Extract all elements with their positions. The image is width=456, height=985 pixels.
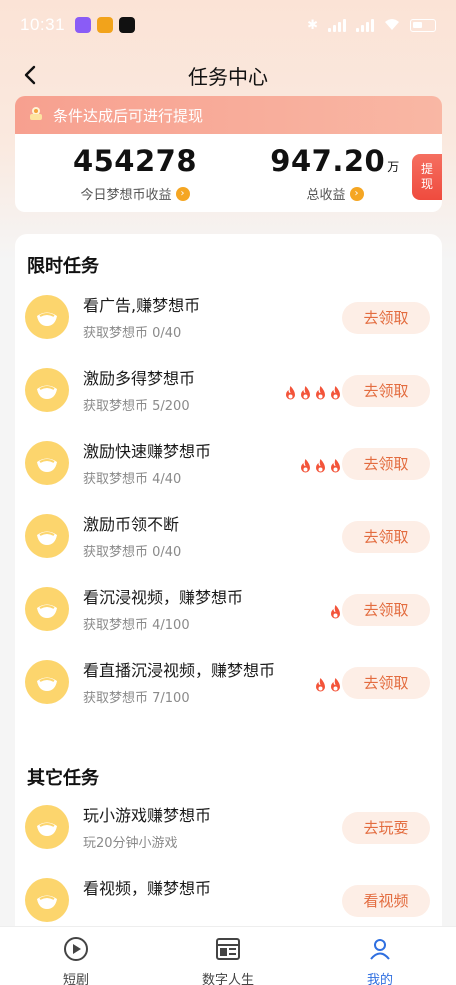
today-earnings-value: 454278 [72, 144, 198, 178]
task-progress: 获取梦想币 0/40 [83, 326, 182, 341]
chevron-right-icon: › [349, 186, 364, 201]
earnings-card: 454278 今日梦想币收益 › 947.20 万 总收益 › 提现 [15, 134, 442, 212]
task-title: 看视频，赚梦想币 [83, 879, 212, 898]
today-earnings-label: 今日梦想币收益 [80, 188, 172, 203]
task-action-button[interactable]: 去领取 [342, 667, 430, 699]
coin-icon [25, 878, 69, 922]
task-row: 看广告,赚梦想币获取梦想币 0/40 去领取 [15, 286, 442, 348]
hot-indicator [329, 604, 342, 624]
page-title: 任务中心 [188, 64, 268, 89]
notification-icons [75, 17, 136, 33]
back-icon[interactable] [16, 60, 44, 90]
tab-short-drama[interactable]: 短剧 [0, 927, 152, 985]
coin-icon [25, 587, 69, 631]
task-action-button[interactable]: 去领取 [342, 302, 430, 334]
play-circle-icon [62, 935, 90, 967]
tab-label: 我的 [366, 973, 393, 985]
total-earnings-unit: 万 [387, 160, 400, 174]
withdraw-button[interactable]: 提现 [412, 154, 442, 200]
coin-icon [25, 368, 69, 412]
task-progress: 获取梦想币 4/100 [83, 618, 190, 633]
nav-bar: 任务中心 [0, 52, 456, 98]
notice-icon [27, 104, 45, 126]
task-row: 看沉浸视频，赚梦想币获取梦想币 4/100 去领取 [15, 578, 442, 640]
task-progress: 玩20分钟小游戏 [83, 836, 178, 851]
coin-icon [25, 514, 69, 558]
today-earnings[interactable]: 454278 今日梦想币收益 › [55, 144, 215, 203]
task-action-button[interactable]: 去领取 [342, 521, 430, 553]
total-earnings-label: 总收益 [306, 188, 346, 203]
chevron-right-icon: › [175, 186, 190, 201]
task-row: 激励币领不断获取梦想币 0/40 去领取 [15, 505, 442, 567]
task-row: 激励多得梦想币获取梦想币 5/200 去领取 [15, 359, 442, 421]
task-action-button[interactable]: 去领取 [342, 375, 430, 407]
fire-icon [299, 458, 312, 478]
task-title: 玩小游戏赚梦想币 [83, 806, 212, 825]
task-progress: 获取梦想币 0/40 [83, 545, 182, 560]
tab-digital-life[interactable]: 数字人生 [152, 927, 304, 985]
tab-label: 短剧 [62, 973, 89, 985]
bluetooth-icon: ✱ [307, 17, 318, 33]
task-row: 看视频，赚梦想币 看视频 [15, 869, 442, 931]
hot-indicator [299, 458, 342, 478]
fire-icon [299, 385, 312, 405]
coin-icon [25, 441, 69, 485]
board-icon [214, 935, 242, 967]
task-title: 激励多得梦想币 [83, 369, 196, 388]
fire-icon [314, 458, 327, 478]
limited-tasks-title: 限时任务 [27, 256, 99, 277]
status-indicators: ✱ [307, 16, 436, 35]
task-action-button[interactable]: 看视频 [342, 885, 430, 917]
task-row: 玩小游戏赚梦想币玩20分钟小游戏 去玩耍 [15, 796, 442, 858]
task-action-button[interactable]: 去玩耍 [342, 812, 430, 844]
battery-icon [410, 18, 436, 32]
app-notification-icon [75, 17, 92, 33]
task-action-button[interactable]: 去领取 [342, 594, 430, 626]
task-title: 激励快速赚梦想币 [83, 442, 212, 461]
task-progress: 获取梦想币 4/40 [83, 472, 182, 487]
tab-label: 数字人生 [201, 973, 254, 985]
task-title: 激励币领不断 [83, 515, 180, 534]
task-progress: 获取梦想币 7/100 [83, 691, 190, 706]
status-time: 10:31 [20, 15, 66, 34]
tab-mine[interactable]: 我的 [304, 927, 456, 985]
task-title: 看直播沉浸视频，赚梦想币 [83, 661, 276, 680]
user-icon [366, 935, 394, 967]
task-row: 看直播沉浸视频，赚梦想币获取梦想币 7/100 去领取 [15, 651, 442, 713]
fire-icon [329, 385, 342, 405]
wifi-icon [384, 16, 400, 35]
total-earnings-value: 947.20 [270, 144, 386, 178]
task-card: 限时任务 看广告,赚梦想币 获取梦想币 0/40 去领取 激励多得梦想币 获取梦想币 5… [15, 234, 442, 985]
fire-icon [329, 677, 342, 697]
fire-icon [329, 458, 342, 478]
fire-icon [314, 385, 327, 405]
task-row: 激励快速赚梦想币获取梦想币 4/40 去领取 [15, 432, 442, 494]
other-tasks-title: 其它任务 [27, 768, 99, 789]
notice-banner: 条件达成后可进行提现 [15, 96, 442, 134]
signal-icon [356, 18, 374, 32]
tiktok-icon [119, 17, 136, 33]
task-progress: 获取梦想币 5/200 [83, 399, 190, 414]
fire-icon [329, 604, 342, 624]
app-notification-icon [97, 17, 114, 33]
status-bar: 10:31 ✱ [0, 0, 456, 50]
task-action-button[interactable]: 去领取 [342, 448, 430, 480]
fire-icon [284, 385, 297, 405]
task-title: 看沉浸视频，赚梦想币 [83, 588, 244, 607]
fire-icon [314, 677, 327, 697]
coin-icon [25, 295, 69, 339]
signal-icon [328, 18, 346, 32]
coin-icon [25, 805, 69, 849]
bottom-nav: 短剧 数字人生 我的 [0, 926, 456, 985]
hot-indicator [284, 385, 342, 405]
task-title: 看广告,赚梦想币 [83, 296, 201, 315]
notice-text: 条件达成后可进行提现 [53, 106, 204, 125]
coin-icon [25, 660, 69, 704]
total-earnings[interactable]: 947.20 万 总收益 › [255, 144, 415, 203]
hot-indicator [314, 677, 342, 697]
